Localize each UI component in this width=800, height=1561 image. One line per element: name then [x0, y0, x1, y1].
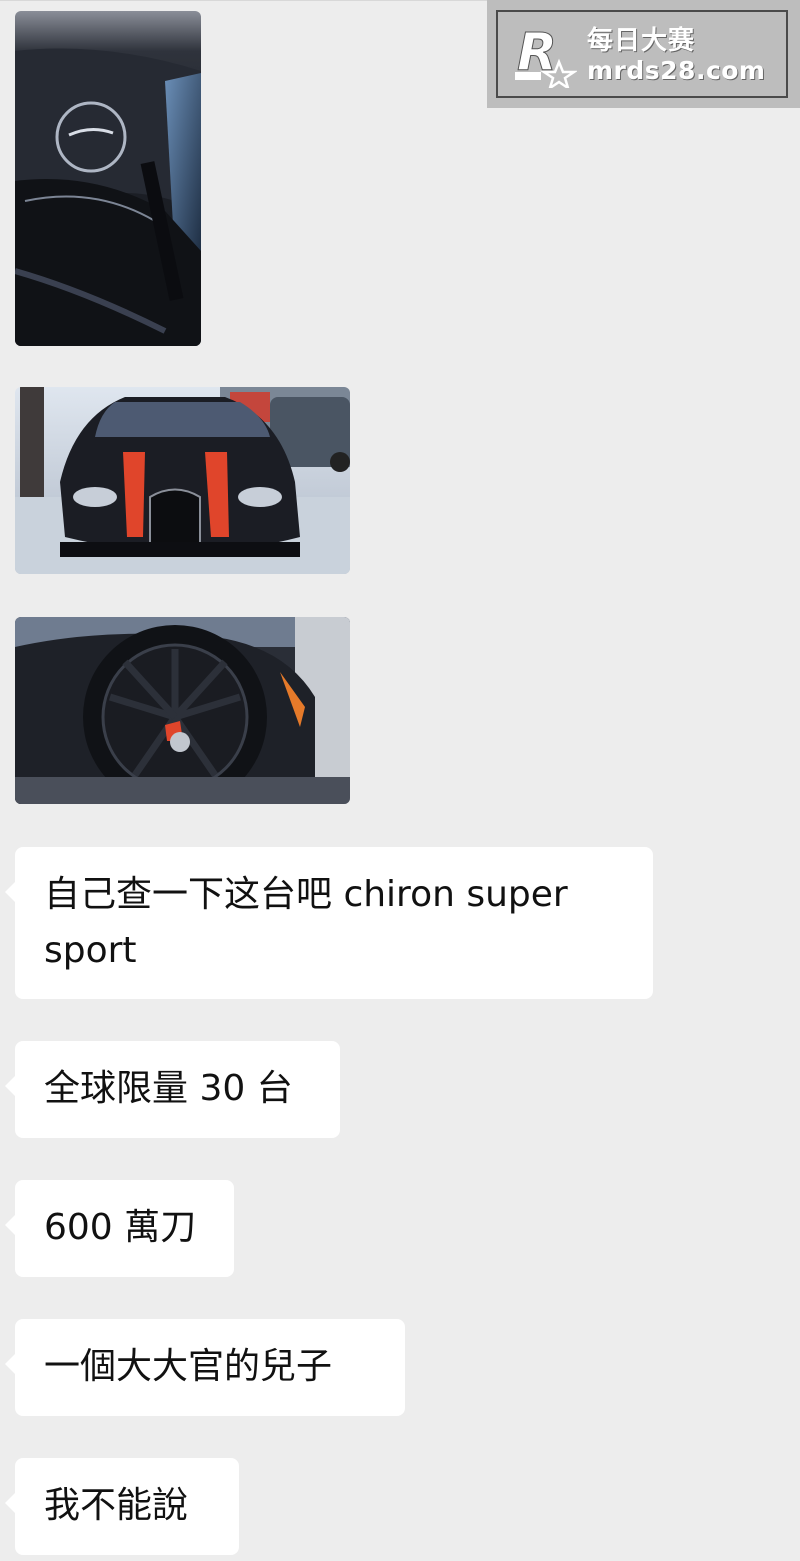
- message-bubble[interactable]: 自己查一下这台吧 chiron super sport: [5, 847, 653, 999]
- message-bubble[interactable]: 600 萬刀: [5, 1180, 234, 1277]
- message-text: 自己查一下这台吧 chiron super sport: [44, 874, 568, 971]
- car-front-photo-icon: [15, 387, 350, 574]
- watermark: R 每日大赛 mrds28.com: [487, 0, 800, 108]
- message-bubble[interactable]: 一個大大官的兒子: [5, 1319, 405, 1416]
- chat-image-car-front[interactable]: [15, 387, 350, 574]
- message-text: 一個大大官的兒子: [44, 1346, 333, 1387]
- chat-image-car-wheel[interactable]: [15, 617, 350, 804]
- brand-logo-icon: R: [515, 23, 577, 88]
- message-text: 全球限量 30 台: [44, 1068, 293, 1109]
- message-text: 600 萬刀: [44, 1207, 197, 1248]
- car-wheel-photo-icon: [15, 617, 350, 804]
- message-bubble[interactable]: 全球限量 30 台: [5, 1041, 340, 1138]
- watermark-site-url: mrds28.com: [587, 56, 766, 85]
- car-side-window-photo-icon: [15, 11, 201, 346]
- chat-image-car-side-window[interactable]: [15, 11, 201, 346]
- message-bubble[interactable]: 我不能說: [5, 1458, 239, 1555]
- message-text: 我不能說: [44, 1485, 189, 1526]
- watermark-site-name: 每日大赛: [587, 26, 696, 56]
- chat-view: R 每日大赛 mrds28.com 自己查一下这台吧 chiron super …: [0, 0, 800, 1561]
